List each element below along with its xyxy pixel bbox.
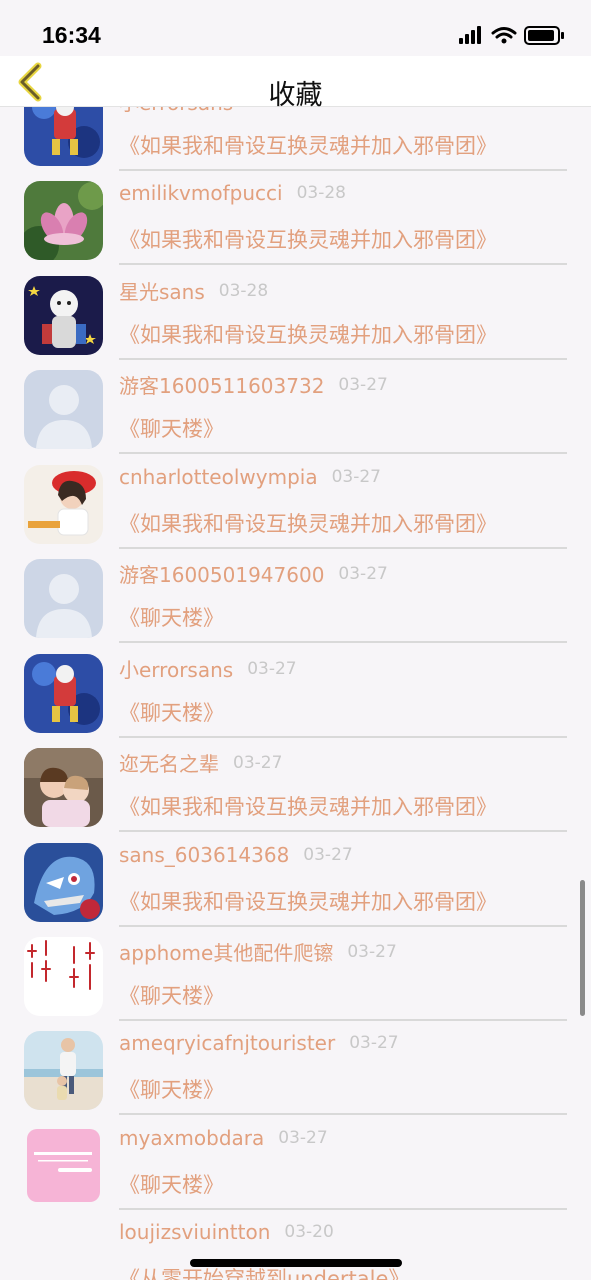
pink-smile-avatar-icon: [24, 1126, 103, 1205]
post-title[interactable]: 《如果我和骨设互换灵魂并加入邪骨团》: [119, 791, 497, 821]
scrollbar[interactable]: [580, 880, 585, 1016]
avatar: [24, 843, 103, 922]
post-date: 03-20: [284, 1222, 334, 1242]
post-title[interactable]: 《如果我和骨设互换灵魂并加入邪骨团》: [119, 130, 497, 160]
post-title[interactable]: 《如果我和骨设互换灵魂并加入邪骨团》: [119, 886, 497, 916]
post-date: 03-27: [338, 563, 388, 584]
status-bar: 16:34: [0, 0, 591, 56]
list-item[interactable]: 星光sans 03-28 《如果我和骨设互换灵魂并加入邪骨团》: [0, 276, 591, 371]
list-item[interactable]: 游客1600511603732 03-27 《聊天楼》: [0, 370, 591, 465]
divider: [119, 452, 567, 454]
username[interactable]: 小errorsans: [119, 658, 233, 682]
avatar: [24, 559, 103, 638]
username[interactable]: cnharlotteolwympia: [119, 465, 318, 489]
post-title[interactable]: 《如果我和骨设互换灵魂并加入邪骨团》: [119, 224, 497, 254]
children-hug-avatar-icon: [24, 748, 103, 827]
avatar: [24, 276, 103, 355]
favorites-list: 小errorsans04-01 《如果我和骨设互换灵魂并加入邪骨团》 emili…: [0, 0, 591, 1280]
avatar: [24, 937, 103, 1016]
divider: [119, 925, 567, 927]
divider: [119, 1208, 567, 1210]
page-title: 收藏: [268, 80, 323, 111]
list-item[interactable]: myaxmobdara 03-27 《聊天楼》: [0, 1126, 591, 1221]
divider: [119, 1113, 567, 1115]
nav-bar: 收藏: [0, 56, 591, 111]
cellular-signal-icon: [459, 26, 481, 44]
post-title[interactable]: 《聊天楼》: [119, 697, 224, 727]
lotus-flower-avatar-icon: [24, 181, 103, 260]
post-date: 03-28: [218, 280, 269, 301]
list-item[interactable]: emilikvmofpucci 03-28 《如果我和骨设互换灵魂并加入邪骨团》: [0, 181, 591, 276]
beach-family-avatar-icon: [24, 1031, 103, 1110]
post-title[interactable]: 《聊天楼》: [119, 413, 224, 443]
list-item[interactable]: ameqryicafnjtourister 03-27 《聊天楼》: [0, 1031, 591, 1126]
list-item[interactable]: apphome其他配件爬镲 03-27 《聊天楼》: [0, 937, 591, 1032]
post-date: 03-28: [296, 183, 346, 203]
blue-creature-avatar-icon: [24, 843, 103, 922]
list-item[interactable]: cnharlotteolwympia 03-27 《如果我和骨设互换灵魂并加入邪骨…: [0, 465, 591, 560]
avatar: [24, 654, 103, 733]
battery-icon: [524, 26, 564, 45]
username[interactable]: myaxmobdara: [119, 1126, 264, 1150]
calligraphy-avatar-icon: [24, 937, 103, 1016]
avatar: [24, 1126, 103, 1205]
post-date: 03-27: [247, 658, 297, 679]
blue-robot-avatar-icon: [24, 654, 103, 733]
username[interactable]: 星光sans: [119, 280, 205, 304]
username[interactable]: loujizsviuintton: [119, 1220, 270, 1244]
avatar: [24, 748, 103, 827]
username[interactable]: sans_603614368: [119, 843, 289, 867]
list-item[interactable]: 游客1600501947600 03-27 《聊天楼》: [0, 559, 591, 654]
username[interactable]: ameqryicafnjtourister: [119, 1031, 335, 1055]
post-title[interactable]: 《如果我和骨设互换灵魂并加入邪骨团》: [119, 508, 497, 538]
divider: [119, 547, 567, 549]
post-date: 03-27: [331, 467, 381, 487]
default-person-avatar-icon: [24, 559, 103, 638]
post-date: 03-27: [349, 1033, 399, 1053]
username[interactable]: 迩无名之辈: [119, 752, 219, 776]
post-title[interactable]: 《聊天楼》: [119, 1169, 224, 1199]
post-title[interactable]: 《如果我和骨设互换灵魂并加入邪骨团》: [119, 319, 497, 349]
list-item[interactable]: loujizsviuintton 03-20 《从零开始穿越到undertale》: [0, 1220, 591, 1280]
divider: [119, 1019, 567, 1021]
username[interactable]: 游客1600511603732: [119, 374, 324, 398]
avatar: [24, 370, 103, 449]
username[interactable]: emilikvmofpucci: [119, 181, 283, 205]
post-title[interactable]: 《聊天楼》: [119, 602, 224, 632]
post-title[interactable]: 《聊天楼》: [119, 980, 224, 1010]
divider: [119, 641, 567, 643]
home-indicator[interactable]: [190, 1259, 402, 1267]
username[interactable]: apphome其他配件爬镲: [119, 941, 333, 965]
post-date: 03-27: [278, 1128, 328, 1148]
divider: [119, 830, 567, 832]
anime-character-avatar-icon: [24, 276, 103, 355]
list-item[interactable]: sans_603614368 03-27 《如果我和骨设互换灵魂并加入邪骨团》: [0, 843, 591, 938]
list-item[interactable]: 迩无名之辈 03-27 《如果我和骨设互换灵魂并加入邪骨团》: [0, 748, 591, 843]
post-date: 03-27: [338, 374, 388, 395]
list-item[interactable]: 小errorsans 03-27 《聊天楼》: [0, 654, 591, 749]
divider: [119, 169, 567, 171]
avatar: [24, 465, 103, 544]
divider: [119, 263, 567, 265]
post-date: 03-27: [347, 941, 397, 962]
girl-red-hat-avatar-icon: [24, 465, 103, 544]
divider: [119, 358, 567, 360]
status-time: 16:34: [42, 22, 101, 48]
status-icons: [459, 26, 564, 45]
post-title[interactable]: 《聊天楼》: [119, 1074, 224, 1104]
wifi-icon: [491, 27, 517, 44]
avatar: [24, 181, 103, 260]
avatar: [24, 1031, 103, 1110]
username[interactable]: 游客1600501947600: [119, 563, 324, 587]
divider: [119, 736, 567, 738]
post-date: 03-27: [303, 845, 353, 865]
default-person-avatar-icon: [24, 370, 103, 449]
post-date: 03-27: [233, 752, 283, 773]
